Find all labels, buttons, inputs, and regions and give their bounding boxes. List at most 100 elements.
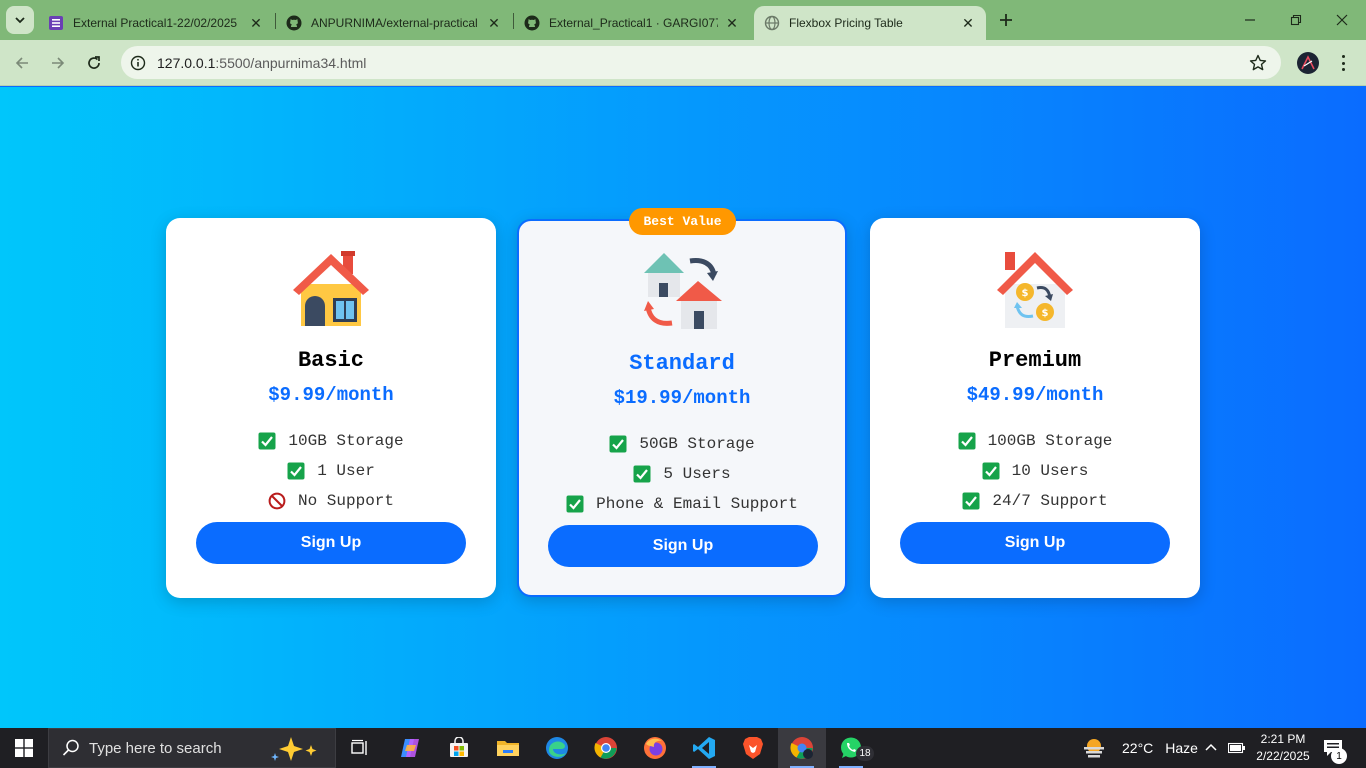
github-icon (524, 15, 540, 31)
copilot-icon (401, 739, 419, 757)
close-icon[interactable]: ✕ (486, 15, 502, 31)
minimize-button[interactable] (1227, 6, 1273, 34)
taskbar-edge[interactable] (533, 728, 581, 768)
address-bar[interactable]: 127.0.0.1:5500/anpurnima34.html (121, 46, 1281, 79)
feature-text: Phone & Email Support (596, 495, 798, 513)
store-icon (450, 737, 468, 757)
new-tab-button[interactable] (994, 8, 1018, 32)
browser-menu-button[interactable] (1334, 52, 1352, 74)
close-window-button[interactable] (1319, 6, 1365, 34)
tab-github-anpurnima[interactable]: ANPURNIMA/external-practical ✕ (276, 6, 512, 40)
site-info-icon[interactable] (128, 53, 148, 73)
task-view-button[interactable] (336, 728, 384, 768)
close-icon[interactable]: ✕ (960, 15, 976, 31)
taskbar-chrome-active[interactable] (778, 728, 826, 768)
plan-name: Basic (297, 348, 364, 373)
restore-icon (1290, 14, 1302, 26)
avatar-icon (1301, 55, 1315, 70)
sign-up-button[interactable]: Sign Up (900, 522, 1170, 564)
feature-item: 24/7 Support (870, 486, 1200, 516)
browser-toolbar: 127.0.0.1:5500/anpurnima34.html (0, 40, 1366, 86)
feature-text: 10 Users (1011, 462, 1089, 480)
feature-item: 5 Users (519, 459, 845, 489)
feature-item: 50GB Storage (519, 429, 845, 459)
reload-button[interactable] (80, 49, 108, 77)
brave-icon (743, 737, 763, 759)
restore-button[interactable] (1273, 6, 1319, 34)
taskbar-store[interactable] (435, 728, 483, 768)
search-icon (62, 739, 79, 756)
plan-name: Standard (629, 351, 735, 376)
feature-item: 100GB Storage (870, 426, 1200, 456)
taskbar-file-explorer[interactable] (484, 728, 532, 768)
minimize-icon (1245, 19, 1255, 21)
tab-flexbox-pricing[interactable]: Flexbox Pricing Table ✕ (754, 6, 986, 40)
sign-up-button[interactable]: Sign Up (548, 525, 818, 567)
chevron-down-icon (15, 17, 25, 24)
tab-github-gargi[interactable]: External_Practical1 · GARGI077/ ✕ (514, 6, 750, 40)
check-icon (958, 432, 976, 450)
check-icon (609, 435, 627, 453)
globe-icon (764, 15, 780, 31)
tray-overflow-button[interactable] (1204, 728, 1218, 768)
plan-price: $19.99/month (613, 387, 751, 409)
taskbar-vscode[interactable] (680, 728, 728, 768)
house-icon (293, 251, 369, 326)
search-placeholder: Type here to search (89, 739, 222, 757)
prohibited-icon (268, 492, 286, 510)
svg-text:$: $ (1022, 288, 1029, 299)
notification-count-badge: 1 (1331, 748, 1347, 764)
check-icon (258, 432, 276, 450)
profile-avatar[interactable] (1297, 52, 1319, 74)
taskbar-firefox[interactable] (631, 728, 679, 768)
plus-icon (1000, 14, 1012, 26)
reload-icon (88, 56, 100, 69)
tab-label: ANPURNIMA/external-practical (311, 16, 478, 30)
pricing-card-basic: Basic $9.99/month 10GB Storage 1 User No… (166, 218, 496, 598)
arrow-left-icon (15, 57, 28, 69)
feature-list: 10GB Storage 1 User No Support (166, 426, 496, 516)
taskbar-brave[interactable] (729, 728, 777, 768)
start-button[interactable] (0, 728, 48, 768)
feature-item: No Support (166, 486, 496, 516)
check-icon (962, 492, 980, 510)
windows-logo-icon (15, 739, 33, 757)
pricing-card-premium: $ $ Premium $49.99/month 100GB Storage 1… (870, 218, 1200, 598)
feature-list: 50GB Storage 5 Users Phone & Email Suppo… (519, 429, 845, 519)
clock-time: 2:21 PM (1260, 732, 1306, 746)
tab-external-practical[interactable]: External Practical1-22/02/2025 ✕ (38, 6, 274, 40)
tab-label: External Practical1-22/02/2025 (73, 16, 238, 30)
weather-text: Haze (1165, 740, 1198, 756)
clock-date: 2/22/2025 (1256, 749, 1310, 763)
feature-item: Phone & Email Support (519, 489, 845, 519)
weather-widget[interactable]: 22°C Haze (1082, 728, 1198, 768)
feature-text: 50GB Storage (639, 435, 755, 453)
close-icon[interactable]: ✕ (248, 15, 264, 31)
forms-icon (48, 15, 64, 31)
taskbar-search[interactable]: Type here to search (48, 728, 336, 768)
bookmark-star-icon[interactable] (1249, 54, 1267, 72)
back-button[interactable] (8, 49, 36, 77)
taskbar-chrome[interactable] (582, 728, 630, 768)
tab-search-button[interactable] (6, 6, 34, 34)
url-host: 127.0.0.1 (157, 54, 216, 71)
close-icon[interactable]: ✕ (724, 15, 740, 31)
forward-button[interactable] (44, 49, 72, 77)
battery-icon (1228, 742, 1245, 754)
feature-item: 10 Users (870, 456, 1200, 486)
taskbar-copilot[interactable] (386, 728, 434, 768)
check-icon (982, 462, 1000, 480)
sign-up-button[interactable]: Sign Up (196, 522, 466, 564)
taskbar-clock[interactable]: 2:21 PM 2/22/2025 (1250, 731, 1316, 765)
plan-name: Premium (988, 348, 1082, 373)
firefox-icon (644, 737, 666, 759)
github-icon (286, 15, 302, 31)
sparkle-icon (271, 737, 317, 761)
pricing-card-standard: Standard $19.99/month 50GB Storage 5 Use… (517, 219, 847, 597)
whatsapp-unread-badge: 18 (856, 746, 874, 761)
arrow-right-icon (52, 57, 65, 69)
vscode-icon (693, 737, 715, 759)
battery-status[interactable] (1228, 728, 1246, 768)
feature-text: 100GB Storage (987, 432, 1113, 450)
edge-icon (546, 737, 568, 759)
